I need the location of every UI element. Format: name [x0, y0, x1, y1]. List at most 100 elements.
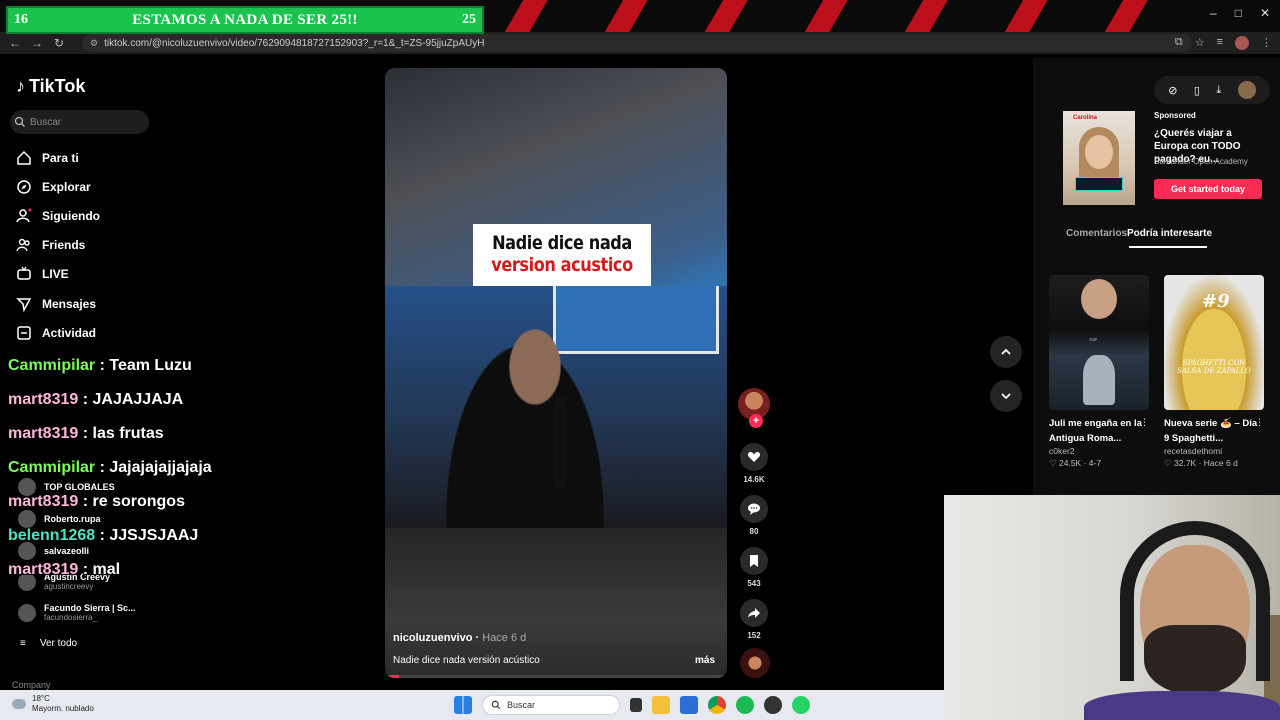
nav-siguiendo[interactable]: Siguiendo — [16, 208, 100, 224]
tiktok-logo[interactable]: ♪ TikTok — [16, 76, 85, 97]
device-icon[interactable]: ▯ — [1194, 84, 1200, 97]
action-rail: + 14.6K 80 543 152 — [736, 388, 772, 678]
tab-comentarios[interactable]: Comentarios — [1066, 228, 1127, 239]
video-player[interactable]: Nadie dice nada version acustico nicoluz… — [385, 68, 727, 678]
heart-icon — [747, 451, 761, 462]
ad-thumbnail[interactable]: Carolina — [1063, 111, 1135, 205]
forward-icon[interactable]: → — [26, 36, 48, 50]
creator-avatar[interactable]: + — [738, 388, 770, 428]
nav-label: LIVE — [42, 267, 69, 281]
store-icon[interactable] — [680, 696, 698, 714]
follow-plus-icon[interactable]: + — [749, 414, 763, 428]
video-title: Nueva serie 🍝 – Día 9 Spaghetti... — [1164, 418, 1258, 444]
nav-actividad[interactable]: Actividad — [16, 325, 96, 341]
obs-icon[interactable] — [764, 696, 782, 714]
save-button[interactable]: 543 — [740, 547, 768, 588]
chat-message: belenn1268 : JJSJSJAAJ — [8, 527, 199, 544]
maximize-icon[interactable]: □ — [1235, 6, 1242, 20]
bookmark-star-icon[interactable]: ☆ — [1195, 36, 1205, 50]
next-video-button[interactable] — [990, 380, 1022, 412]
recommended-video[interactable]: #9 SPAGHETTI CON SALSA DE ZAPALLO Nueva … — [1164, 275, 1264, 469]
weather-widget[interactable]: 18°C Mayorm. nublado — [12, 694, 94, 714]
chat-text: Team Luzu — [109, 357, 192, 374]
video-author[interactable]: nicoluzuenvivo · Hace 6 d — [393, 632, 526, 644]
profile-avatar[interactable] — [1235, 36, 1249, 50]
microphone — [553, 398, 567, 488]
sound-disc[interactable] — [740, 648, 770, 678]
video-creator: recetasdethomi — [1164, 446, 1223, 456]
minimize-icon[interactable]: – — [1210, 6, 1217, 20]
taskbar-search[interactable]: Buscar — [482, 695, 620, 715]
weather-condition: Mayorm. nublado — [32, 704, 94, 713]
see-all-link[interactable]: ≡ Ver todo — [20, 638, 77, 649]
sponsored-label: Sponsored — [1154, 111, 1196, 120]
windows-taskbar: 18°C Mayorm. nublado Buscar — [0, 690, 944, 720]
nav-friends[interactable]: Friends — [16, 237, 85, 253]
video-thumbnail[interactable]: #9 SPAGHETTI CON SALSA DE ZAPALLO — [1164, 275, 1264, 410]
video-title: Juli me engaña en la Antigua Roma... — [1049, 418, 1142, 444]
video-progress-bar[interactable] — [385, 675, 727, 678]
extensions-icon[interactable]: ≡ — [1217, 36, 1223, 50]
comment-button[interactable]: 80 — [740, 495, 768, 536]
account-handle: facundosierra_ — [44, 613, 97, 622]
see-all-label: Ver todo — [39, 638, 78, 649]
tab-podria-interesarte[interactable]: Podría interesarte — [1127, 228, 1212, 248]
url-field[interactable]: ⚙ tiktok.com/@nicoluzuenvivo/video/76290… — [82, 34, 1192, 52]
nav-mensajes[interactable]: Mensajes — [16, 296, 96, 312]
task-view-icon[interactable] — [630, 698, 642, 712]
share-arrow-icon — [748, 608, 760, 618]
recommended-video[interactable]: TOP Juli me engaña en la Antigua Roma...… — [1049, 275, 1149, 469]
post-time: Hace 6 d — [482, 632, 527, 644]
spotify-icon[interactable] — [736, 696, 754, 714]
close-icon[interactable]: ✕ — [1260, 6, 1270, 20]
sponsored-ad[interactable]: Carolina Sponsored ••• ¿Querés viajar a … — [1063, 111, 1263, 205]
compass-icon — [16, 179, 32, 195]
cloud-icon — [12, 699, 26, 709]
browser-menu-icon[interactable]: ⋮ — [1261, 36, 1272, 50]
video-thumbnail[interactable]: TOP — [1049, 275, 1149, 410]
back-icon[interactable]: ← — [4, 36, 26, 50]
caption-line-1: Nadie dice nada — [492, 232, 632, 254]
send-icon — [16, 296, 32, 312]
chat-text: mal — [92, 561, 121, 578]
reload-icon[interactable]: ↻ — [48, 36, 70, 50]
chrome-icon[interactable] — [708, 696, 726, 714]
search-placeholder: Buscar — [507, 700, 536, 710]
previous-video-button[interactable] — [990, 336, 1022, 368]
chat-user: mart8319 — [8, 425, 79, 442]
avatar — [18, 603, 36, 622]
more-button[interactable]: más — [695, 655, 715, 666]
logo-text: TikTok — [29, 76, 86, 96]
user-avatar[interactable] — [1237, 81, 1256, 99]
whatsapp-icon[interactable] — [792, 696, 810, 714]
stream-chat-overlay: Cammipilar : Team Luzu mart8319 : JAJAJJ… — [8, 356, 212, 594]
following-account[interactable]: Facundo Sierra | Sc... facundosierra_ — [18, 603, 136, 622]
chat-text: Jajajajajjajaja — [109, 459, 212, 476]
site-info-icon[interactable]: ⚙ — [90, 38, 98, 49]
nav-explorar[interactable]: Explorar — [16, 179, 91, 195]
chat-user: mart8319 — [8, 391, 79, 408]
kebab-menu-icon[interactable]: ⋮ — [1255, 417, 1264, 428]
file-explorer-icon[interactable] — [652, 696, 670, 714]
like-button[interactable]: 14.6K — [740, 443, 768, 484]
download-icon[interactable]: ⤓ — [1216, 84, 1221, 97]
windows-start-icon[interactable] — [454, 696, 472, 714]
search-input[interactable]: Buscar — [10, 110, 149, 134]
chat-user: mart8319 — [8, 493, 79, 510]
goal-title: ESTAMOS A NADA DE SER 25!! — [132, 11, 358, 28]
author-name: nicoluzuenvivo — [393, 632, 473, 644]
panel-tabs: Comentarios Podría interesarte — [1066, 228, 1212, 248]
comment-count: 80 — [749, 527, 759, 536]
compass-small-icon[interactable]: ⊘ — [1168, 84, 1177, 97]
temperature: 18°C — [32, 694, 50, 703]
install-icon[interactable]: ⧉ — [1175, 36, 1183, 50]
share-button[interactable]: 152 — [740, 599, 768, 640]
nav-para-ti[interactable]: Para ti — [16, 150, 79, 166]
ad-cta-button[interactable]: Get started today — [1154, 179, 1262, 199]
kebab-menu-icon[interactable]: ⋮ — [1140, 417, 1149, 428]
company-link[interactable]: Company — [12, 680, 51, 690]
video-caption-overlay: Nadie dice nada version acustico — [473, 224, 651, 286]
ad-brand: Carolina — [1073, 115, 1098, 121]
nav-live[interactable]: LIVE — [16, 266, 69, 282]
account-name: Facundo Sierra | Sc... — [44, 603, 136, 613]
